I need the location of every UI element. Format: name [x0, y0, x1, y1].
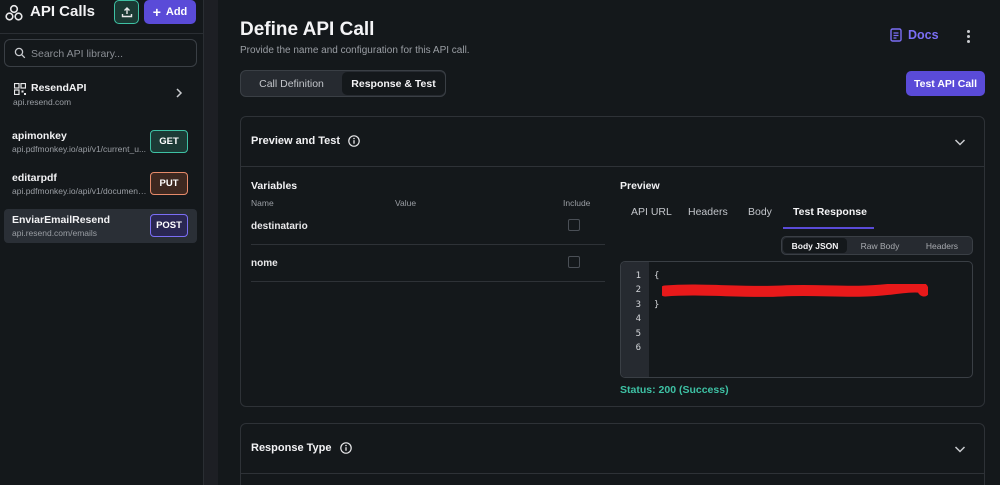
preview-tab-api-url[interactable]: API URL	[631, 206, 672, 218]
variable-name: nome	[251, 258, 278, 269]
more-options-icon[interactable]	[964, 30, 972, 44]
variables-title: Variables	[251, 180, 298, 192]
api-item-enviaremailresend[interactable]: EnviarEmailResend api.resend.com/emails …	[4, 209, 197, 243]
sidebar: API Calls + Add Search API library... Re…	[0, 0, 204, 485]
page-subtitle: Provide the name and configuration for t…	[240, 45, 470, 56]
line-number-gutter: 1 2 3 4 5 6	[621, 262, 649, 377]
response-view-toggle: Body JSON Raw Body Headers	[781, 236, 973, 255]
response-type-card: Response Type	[240, 423, 985, 485]
column-header-value: Value	[395, 198, 417, 208]
add-api-label: Add	[165, 6, 188, 18]
sidebar-divider	[0, 33, 204, 34]
search-box	[4, 39, 197, 67]
preview-tab-body[interactable]: Body	[748, 206, 772, 218]
code-line: {	[654, 271, 660, 281]
api-item-editarpdf[interactable]: editarpdf api.pdfmonkey.io/api/v1/docume…	[4, 167, 197, 201]
method-badge-get: GET	[150, 130, 188, 153]
status-label: Status:	[620, 384, 656, 396]
main-panel: Define API Call Provide the name and con…	[218, 0, 1000, 485]
chevron-down-icon[interactable]	[954, 137, 966, 147]
search-input[interactable]	[31, 45, 191, 62]
api-group-name: ResendAPI	[31, 82, 87, 94]
preview-test-card: Preview and Test Variables Name Value In…	[240, 116, 985, 407]
qr-grid-icon	[14, 83, 26, 95]
include-checkbox[interactable]	[568, 219, 580, 231]
tab-call-definition[interactable]: Call Definition	[242, 72, 341, 95]
info-icon[interactable]	[348, 135, 360, 147]
column-header-name: Name	[251, 198, 274, 208]
method-badge-post: POST	[150, 214, 188, 237]
line-number: 1	[635, 271, 641, 281]
sidebar-title: API Calls	[30, 3, 96, 20]
plus-icon: +	[152, 4, 161, 20]
document-icon	[890, 28, 902, 42]
api-item-url: api.resend.com/emails	[12, 228, 98, 238]
info-icon[interactable]	[339, 442, 352, 454]
docs-button[interactable]: Docs	[890, 28, 939, 42]
api-item-name: editarpdf	[12, 172, 57, 184]
column-header-include: Include	[563, 198, 591, 208]
line-number: 2	[635, 285, 641, 295]
chevron-right-icon[interactable]	[174, 87, 184, 99]
status-value: 200 (Success)	[658, 384, 729, 396]
api-item-url: api.pdfmonkey.io/api/v1/document...	[12, 186, 147, 196]
api-logo-icon	[5, 4, 23, 21]
upload-button[interactable]	[114, 0, 139, 24]
response-code-editor[interactable]: 1 2 3 4 5 6 { }	[620, 261, 973, 378]
response-type-title: Response Type	[251, 442, 332, 454]
variable-row: destinatario	[251, 208, 605, 245]
api-item-name: apimonkey	[12, 130, 67, 142]
response-status: Status: 200 (Success)	[620, 384, 729, 396]
preview-tab-headers[interactable]: Headers	[688, 206, 728, 218]
redaction-mark	[662, 284, 928, 297]
variable-name: destinatario	[251, 221, 308, 232]
preview-title: Preview	[620, 180, 660, 192]
segment-raw-body[interactable]: Raw Body	[850, 238, 910, 253]
docs-label: Docs	[908, 28, 939, 42]
preview-tab-test-response[interactable]: Test Response	[793, 206, 867, 218]
response-type-header[interactable]: Response Type	[241, 424, 984, 474]
method-badge-put: PUT	[150, 172, 188, 195]
sidebar-header: API Calls + Add	[0, 0, 204, 30]
preview-test-header[interactable]: Preview and Test	[241, 117, 984, 167]
line-number: 6	[635, 343, 641, 353]
chevron-down-icon[interactable]	[954, 444, 966, 454]
api-item-url: api.pdfmonkey.io/api/v1/current_u...	[12, 144, 147, 154]
api-group-resend[interactable]: ResendAPI api.resend.com	[4, 76, 197, 114]
upload-icon	[121, 7, 132, 18]
preview-test-title-row: Preview and Test	[251, 135, 360, 147]
api-group-url: api.resend.com	[13, 97, 72, 107]
active-tab-indicator	[783, 227, 874, 229]
api-item-apimonkey[interactable]: apimonkey api.pdfmonkey.io/api/v1/curren…	[4, 125, 197, 159]
segment-headers[interactable]: Headers	[912, 238, 972, 253]
segment-body-json[interactable]: Body JSON	[783, 238, 847, 253]
page-title: Define API Call	[240, 19, 375, 40]
add-api-button[interactable]: + Add	[144, 0, 196, 24]
app-root: API Calls + Add Search API library... Re…	[0, 0, 1000, 485]
line-number: 4	[635, 314, 641, 324]
search-icon	[14, 47, 26, 59]
line-number: 5	[635, 329, 641, 339]
include-checkbox[interactable]	[568, 256, 580, 268]
tab-response-test[interactable]: Response & Test	[342, 72, 445, 95]
code-line: }	[654, 300, 660, 310]
preview-test-title: Preview and Test	[251, 135, 341, 147]
response-type-title-row: Response Type	[251, 442, 352, 454]
line-number: 3	[635, 300, 641, 310]
api-item-name: EnviarEmailResend	[12, 214, 111, 226]
variable-row: nome	[251, 245, 605, 282]
test-api-call-button[interactable]: Test API Call	[906, 71, 985, 96]
call-tabs: Call Definition Response & Test	[240, 70, 446, 97]
